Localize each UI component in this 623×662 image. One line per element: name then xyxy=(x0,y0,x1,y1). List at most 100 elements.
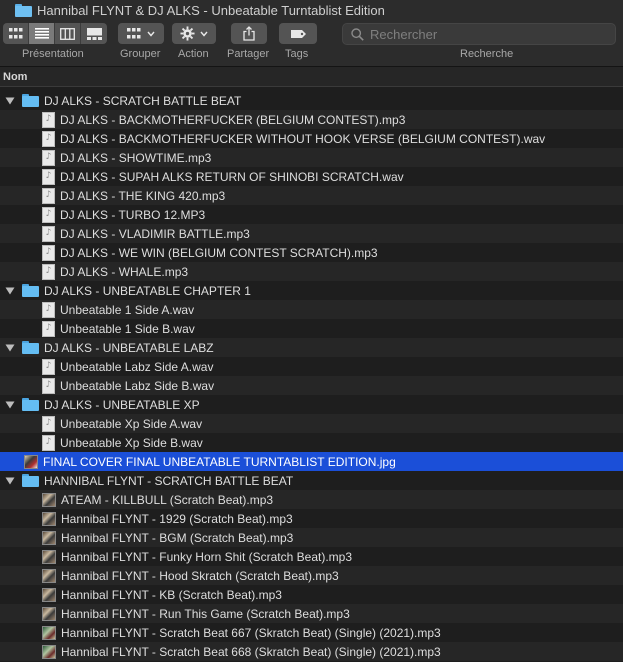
audio-file-icon: ♪ xyxy=(42,149,55,166)
audio-file-icon: ♪ xyxy=(42,320,55,337)
folder-row[interactable]: DJ ALKS - SCRATCH BATTLE BEAT xyxy=(0,91,623,110)
tag-icon xyxy=(290,29,306,38)
gallery-view-icon[interactable] xyxy=(81,23,107,44)
group-button[interactable] xyxy=(118,23,164,44)
album-art-icon xyxy=(42,587,56,602)
action-label: Action xyxy=(178,48,209,60)
audio-file-icon: ♪ xyxy=(42,377,55,394)
audio-file-icon: ♪ xyxy=(42,187,55,204)
file-row[interactable]: ♪ DJ ALKS - BACKMOTHERFUCKER (BELGIUM CON… xyxy=(0,110,623,129)
row-name: FINAL COVER FINAL UNBEATABLE TURNTABLIST… xyxy=(43,454,396,469)
album-art-icon xyxy=(42,549,56,564)
audio-file-icon: ♪ xyxy=(42,206,55,223)
folder-row[interactable]: DJ ALKS - UNBEATABLE XP xyxy=(0,395,623,414)
folder-row[interactable]: DJ ALKS - UNBEATABLE CHAPTER 1 xyxy=(0,281,623,300)
row-name: Hannibal FLYNT - Scratch Beat 667 (Skrat… xyxy=(61,625,441,640)
album-art-icon xyxy=(42,530,56,545)
file-row[interactable]: ♪ Unbeatable 1 Side A.wav xyxy=(0,300,623,319)
image-thumbnail-icon xyxy=(24,454,38,469)
row-name: DJ ALKS - SCRATCH BATTLE BEAT xyxy=(44,93,242,108)
row-name: DJ ALKS - TURBO 12.MP3 xyxy=(60,207,206,222)
row-name: DJ ALKS - WHALE.mp3 xyxy=(60,264,189,279)
file-row[interactable]: Hannibal FLYNT - Hood Skratch (Scratch B… xyxy=(0,566,623,585)
row-name: Hannibal FLYNT - BGM (Scratch Beat).mp3 xyxy=(61,530,294,545)
tags-button[interactable] xyxy=(279,23,317,44)
folder-icon xyxy=(15,3,32,17)
column-header-name[interactable]: Nom xyxy=(0,67,623,87)
file-row[interactable]: Hannibal FLYNT - BGM (Scratch Beat).mp3 xyxy=(0,528,623,547)
row-name: Unbeatable Labz Side B.wav xyxy=(60,378,215,393)
grid-view-icon[interactable] xyxy=(3,23,29,44)
file-row[interactable]: ♪ DJ ALKS - WHALE.mp3 xyxy=(0,262,623,281)
gear-icon xyxy=(180,26,195,41)
row-name: HANNIBAL FLYNT - SCRATCH BATTLE BEAT xyxy=(44,473,294,488)
file-row[interactable]: ATEAM - KILLBULL (Scratch Beat).mp3 xyxy=(0,490,623,509)
disclosure-triangle-icon[interactable] xyxy=(2,338,18,357)
row-name: Hannibal FLYNT - KB (Scratch Beat).mp3 xyxy=(61,587,282,602)
row-name: DJ ALKS - THE KING 420.mp3 xyxy=(60,188,226,203)
share-label: Partager xyxy=(227,48,270,60)
folder-icon xyxy=(22,474,39,487)
row-name: DJ ALKS - UNBEATABLE LABZ xyxy=(44,340,214,355)
columns-view-icon[interactable] xyxy=(55,23,81,44)
file-row[interactable]: ♪ Unbeatable 1 Side B.wav xyxy=(0,319,623,338)
file-row[interactable]: Hannibal FLYNT - Scratch Beat 668 (Skrat… xyxy=(0,642,623,661)
audio-file-icon: ♪ xyxy=(42,301,55,318)
search-icon xyxy=(351,27,364,41)
album-art-icon xyxy=(42,625,56,640)
disclosure-triangle-icon[interactable] xyxy=(2,281,18,300)
file-row[interactable]: ♪ Unbeatable Xp Side B.wav xyxy=(0,433,623,452)
audio-file-icon: ♪ xyxy=(42,111,55,128)
search-field[interactable] xyxy=(342,23,616,45)
row-name: Unbeatable Xp Side A.wav xyxy=(60,416,203,431)
file-row[interactable]: ♪ DJ ALKS - TURBO 12.MP3 xyxy=(0,205,623,224)
album-art-icon xyxy=(42,606,56,621)
row-name: DJ ALKS - SHOWTIME.mp3 xyxy=(60,150,212,165)
file-row[interactable]: ♪ DJ ALKS - SUPAH ALKS RETURN OF SHINOBI … xyxy=(0,167,623,186)
toolbar: Présentation Grouper Action Partager Tag… xyxy=(0,20,623,67)
row-name: DJ ALKS - UNBEATABLE XP xyxy=(44,397,200,412)
file-row[interactable]: FINAL COVER FINAL UNBEATABLE TURNTABLIST… xyxy=(0,452,623,471)
row-name: Hannibal FLYNT - 1929 (Scratch Beat).mp3 xyxy=(61,511,293,526)
share-button[interactable] xyxy=(231,23,267,44)
file-row[interactable]: ♪ DJ ALKS - SHOWTIME.mp3 xyxy=(0,148,623,167)
file-row[interactable]: Hannibal FLYNT - KB (Scratch Beat).mp3 xyxy=(0,585,623,604)
folder-row[interactable]: HANNIBAL FLYNT - SCRATCH BATTLE BEAT xyxy=(0,471,623,490)
disclosure-triangle-icon[interactable] xyxy=(2,471,18,490)
audio-file-icon: ♪ xyxy=(42,225,55,242)
row-name: DJ ALKS - VLADIMIR BATTLE.mp3 xyxy=(60,226,250,241)
chevron-down-icon xyxy=(200,31,208,37)
row-name: DJ ALKS - BACKMOTHERFUCKER WITHOUT HOOK … xyxy=(60,131,546,146)
action-button[interactable] xyxy=(172,23,216,44)
share-icon xyxy=(243,26,255,41)
disclosure-triangle-icon[interactable] xyxy=(2,91,18,110)
file-row[interactable]: ♪ Unbeatable Labz Side B.wav xyxy=(0,376,623,395)
row-name: Hannibal FLYNT - Run This Game (Scratch … xyxy=(61,606,350,621)
file-row[interactable]: Hannibal FLYNT - Funky Horn Shit (Scratc… xyxy=(0,547,623,566)
audio-file-icon: ♪ xyxy=(42,130,55,147)
file-row[interactable]: ♪ DJ ALKS - THE KING 420.mp3 xyxy=(0,186,623,205)
row-name: Unbeatable 1 Side A.wav xyxy=(60,302,195,317)
row-name: DJ ALKS - UNBEATABLE CHAPTER 1 xyxy=(44,283,251,298)
disclosure-triangle-icon[interactable] xyxy=(2,395,18,414)
column-name-label: Nom xyxy=(3,70,28,83)
file-row[interactable]: ♪ DJ ALKS - BACKMOTHERFUCKER WITHOUT HOOK… xyxy=(0,129,623,148)
file-row[interactable]: ♪ Unbeatable Xp Side A.wav xyxy=(0,414,623,433)
album-art-icon xyxy=(42,644,56,659)
row-name: Hannibal FLYNT - Hood Skratch (Scratch B… xyxy=(61,568,339,583)
file-row[interactable]: Hannibal FLYNT - Run This Game (Scratch … xyxy=(0,604,623,623)
search-input[interactable] xyxy=(370,26,610,42)
file-row[interactable]: ♪ Unbeatable Labz Side A.wav xyxy=(0,357,623,376)
list-view-icon[interactable] xyxy=(29,23,55,44)
tags-label: Tags xyxy=(285,48,309,60)
file-row[interactable]: Hannibal FLYNT - 1929 (Scratch Beat).mp3 xyxy=(0,509,623,528)
file-row[interactable]: ♪ DJ ALKS - WE WIN (BELGIUM CONTEST SCRAT… xyxy=(0,243,623,262)
row-name: Hannibal FLYNT - Scratch Beat 668 (Skrat… xyxy=(61,644,441,659)
search-label: Recherche xyxy=(460,48,514,60)
audio-file-icon: ♪ xyxy=(42,263,55,280)
album-art-icon xyxy=(42,511,56,526)
file-row[interactable]: Hannibal FLYNT - Scratch Beat 667 (Skrat… xyxy=(0,623,623,642)
view-mode-control xyxy=(3,23,107,44)
folder-row[interactable]: DJ ALKS - UNBEATABLE LABZ xyxy=(0,338,623,357)
file-row[interactable]: ♪ DJ ALKS - VLADIMIR BATTLE.mp3 xyxy=(0,224,623,243)
